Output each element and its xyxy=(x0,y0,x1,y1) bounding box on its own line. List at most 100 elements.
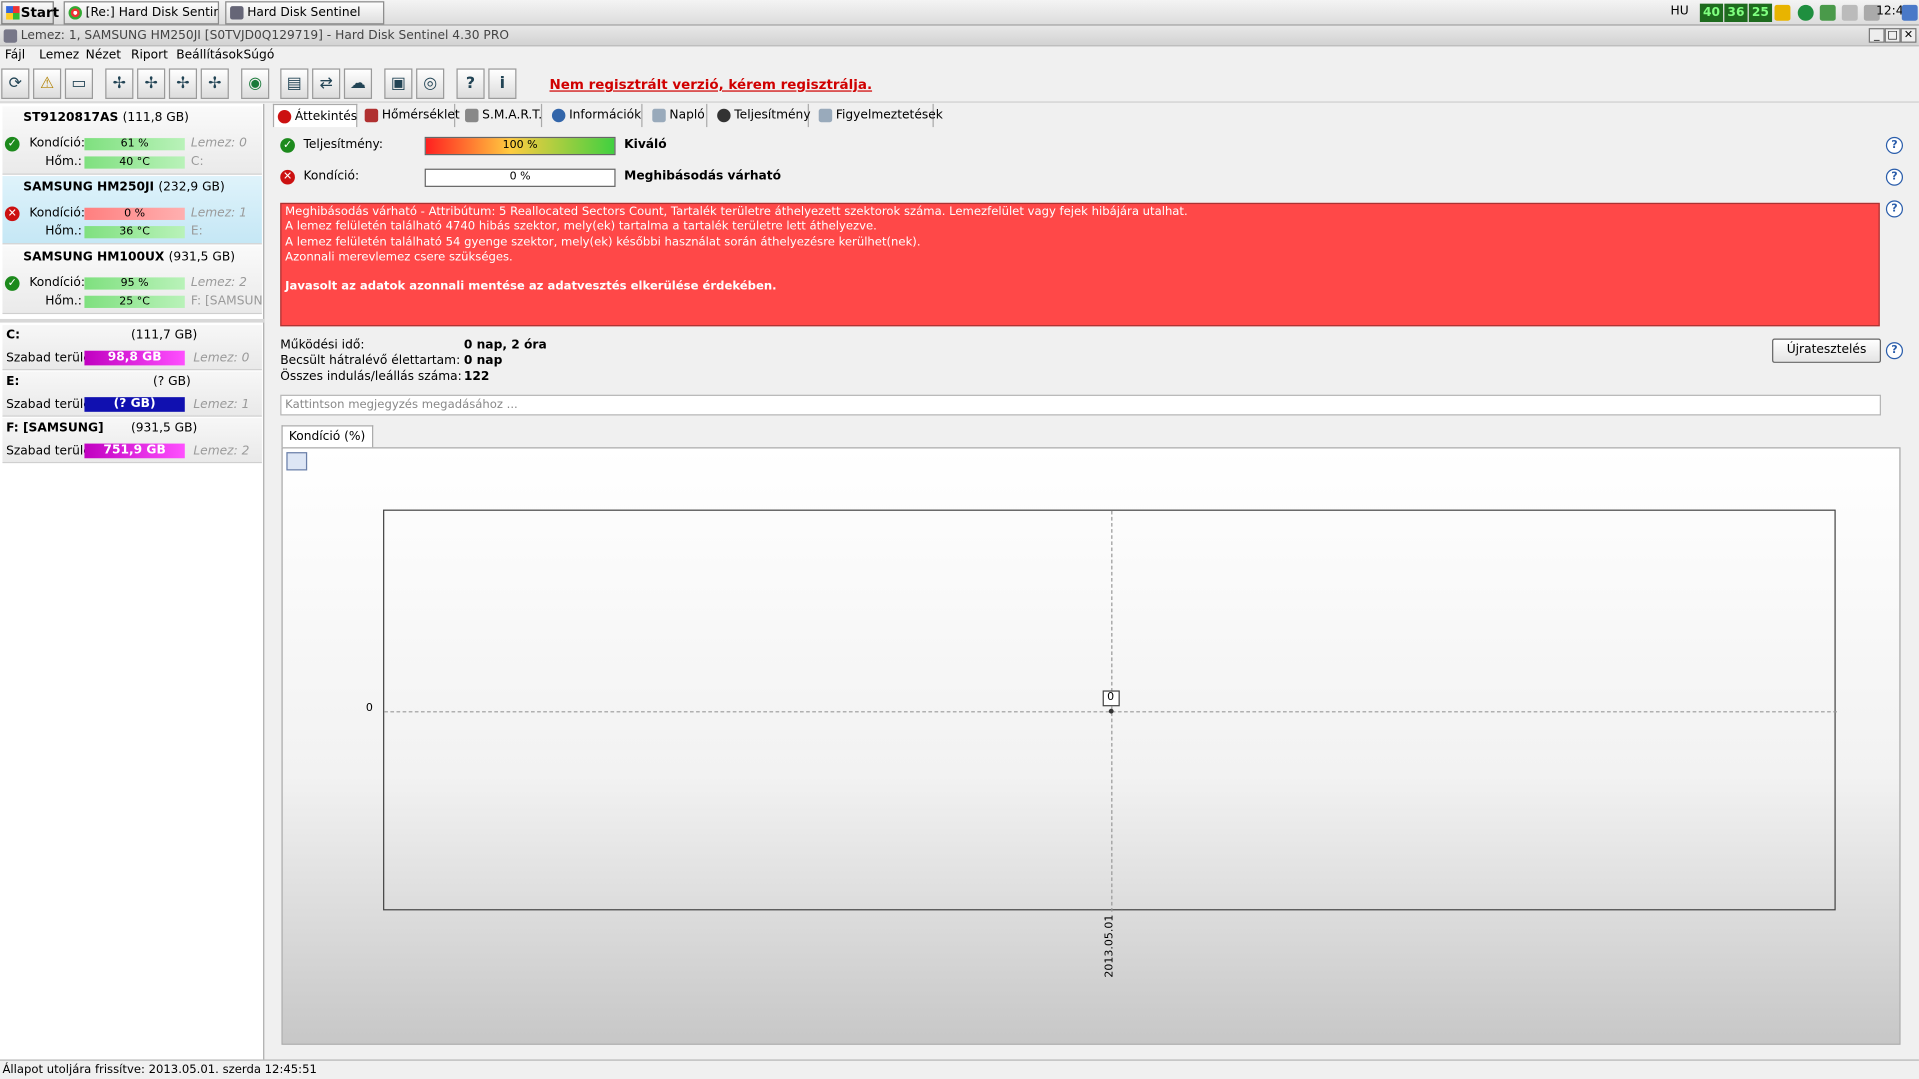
performance-text: Kiváló xyxy=(624,138,667,152)
volume-size: (931,5 GB) xyxy=(130,421,198,436)
alert-box: Meghibásodás várható - Attribútum: 5 Rea… xyxy=(280,202,1880,327)
taskbar-item-hds[interactable]: Hard Disk Sentinel xyxy=(225,1,385,25)
y-tick-label: 0 xyxy=(365,702,373,715)
temp-label: Hőm.: xyxy=(45,224,82,239)
refresh-icon[interactable]: ⟳ xyxy=(1,68,30,99)
tab-temperature[interactable]: Hőmérséklet xyxy=(361,103,460,128)
temp-bar: 25 °C xyxy=(84,295,185,308)
disk-ref: Lemez: 0 xyxy=(190,136,247,151)
tab-label: Figyelmeztetések xyxy=(835,108,943,123)
log-icon xyxy=(652,108,666,123)
tab-alerts[interactable]: Figyelmeztetések xyxy=(815,103,943,128)
info-icon[interactable]: i xyxy=(488,68,517,99)
window-titlebar: Lemez: 1, SAMSUNG HM250JI [S0TVJD0Q12971… xyxy=(0,25,1919,47)
menu-help[interactable]: Súgó xyxy=(241,46,277,66)
sync-icon[interactable]: ⇄ xyxy=(312,68,341,99)
uptime-label: Működési idő: xyxy=(280,338,365,352)
tab-label: Napló xyxy=(669,108,705,123)
disk-item-selected[interactable]: SAMSUNG HM250JI (232,9 GB) ✕ Kondíció: 0… xyxy=(2,175,262,245)
note-input[interactable]: Kattintson megjegyzés megadásához ... xyxy=(280,394,1881,416)
volume-item[interactable]: E: (? GB) Szabad terület (? GB) Lemez: 1 xyxy=(2,371,262,417)
tab-log[interactable]: Napló xyxy=(649,103,708,128)
menu-disk[interactable]: Lemez xyxy=(37,46,82,66)
save-icon[interactable] xyxy=(286,452,308,471)
ok-status-icon: ✓ xyxy=(280,138,295,153)
show-desktop-icon[interactable] xyxy=(1901,4,1918,21)
free-space-bar: (? GB) xyxy=(84,397,185,412)
taskbar-item-browser[interactable]: [Re:] Hard Disk Sentinel:... xyxy=(63,1,220,25)
alert-line: A lemez felületén található 4740 hibás s… xyxy=(285,220,877,234)
hds-app-icon xyxy=(230,6,244,20)
tab-information[interactable]: Információk xyxy=(548,103,643,128)
error-status-icon: ✕ xyxy=(4,206,20,222)
chart-tab-condition[interactable]: Kondíció (%) xyxy=(281,425,373,448)
disk-icon[interactable]: ▭ xyxy=(64,68,94,99)
condition-text: Meghibásodás várható xyxy=(624,169,782,184)
taskbar: Start [Re:] Hard Disk Sentinel:... Hard … xyxy=(0,0,1919,26)
volume-ref: E: xyxy=(190,224,203,239)
registration-notice[interactable]: Nem regisztrált verzió, kérem regisztrál… xyxy=(549,77,872,93)
help-icon[interactable]: ? xyxy=(1885,136,1904,154)
tab-performance[interactable]: Teljesítmény xyxy=(713,103,811,128)
tab-label: S.M.A.R.T. xyxy=(482,108,543,123)
menu-report[interactable]: Riport xyxy=(128,46,170,66)
volume-item[interactable]: C: (111,7 GB) Szabad terület 98,8 GB Lem… xyxy=(2,325,262,371)
green-tray-icon[interactable] xyxy=(1797,4,1814,21)
disk-ref: Lemez: 0 xyxy=(193,351,250,366)
app-icon xyxy=(3,29,18,43)
disk-item[interactable]: ST9120817AS (111,8 GB) ✓ Kondíció: 61 % … xyxy=(2,106,262,175)
condition-bar: 95 % xyxy=(84,277,185,290)
help-icon[interactable]: ? xyxy=(1885,342,1904,360)
device-tray-icon[interactable] xyxy=(1841,4,1858,21)
fan-icon[interactable]: ✢ xyxy=(105,68,134,99)
volume-name: F: [SAMSUNG] xyxy=(6,421,104,436)
temp-label: Hőm.: xyxy=(45,155,82,169)
main-panel: Áttekintés Hőmérséklet S.M.A.R.T. Inform… xyxy=(268,103,1919,1060)
fan-icon[interactable]: ✢ xyxy=(200,68,229,99)
volume-size: (111,7 GB) xyxy=(130,328,198,343)
free-space-bar: 98,8 GB xyxy=(84,350,185,366)
retest-button[interactable]: Újratesztelés xyxy=(1772,338,1881,363)
temp-indicator[interactable]: 36 xyxy=(1724,3,1748,22)
document-icon[interactable]: ▤ xyxy=(280,68,309,99)
restore-button[interactable]: □ xyxy=(1884,28,1901,43)
volume-size: (? GB) xyxy=(152,375,191,389)
network-icon[interactable]: ☁ xyxy=(343,68,373,99)
panel-divider xyxy=(0,318,265,323)
volume-name: C: xyxy=(6,328,21,343)
free-space-bar: 751,9 GB xyxy=(84,443,185,459)
help-icon[interactable]: ? xyxy=(1885,200,1904,218)
remaining-label: Becsült hátralévő élettartam: xyxy=(280,354,461,368)
close-button[interactable]: ✕ xyxy=(1900,28,1917,43)
menu-file[interactable]: Fájl xyxy=(2,46,27,66)
disk-ref: Lemez: 2 xyxy=(193,444,250,459)
globe-icon[interactable]: ◉ xyxy=(241,68,270,99)
volume-item[interactable]: F: [SAMSUNG] (931,5 GB) Szabad terület 7… xyxy=(2,417,262,464)
menu-bar: Fájl Lemez Nézet Riport Beállítások Súgó xyxy=(0,46,1919,66)
network-tray-icon[interactable] xyxy=(1819,4,1836,21)
temp-indicator[interactable]: 40 xyxy=(1699,3,1724,22)
thermometer-icon xyxy=(364,108,379,123)
disk-item[interactable]: SAMSUNG HM100UX (931,5 GB) ✓ Kondíció: 9… xyxy=(2,245,262,315)
menu-view[interactable]: Nézet xyxy=(83,46,123,66)
disk-size: (232,9 GB) xyxy=(158,180,225,195)
fan-icon[interactable]: ✢ xyxy=(137,68,166,99)
help-icon[interactable]: ? xyxy=(456,68,485,99)
warning-icon[interactable]: ⚠ xyxy=(33,68,62,99)
menu-settings[interactable]: Beállítások xyxy=(174,46,246,66)
volume-ref: F: [SAMSUNG xyxy=(190,294,262,308)
tab-smart[interactable]: S.M.A.R.T. xyxy=(461,103,543,128)
alert-line: A lemez felületén található 54 gyenge sz… xyxy=(285,235,921,249)
temp-indicator[interactable]: 25 xyxy=(1748,3,1773,22)
monitor-icon[interactable]: ▣ xyxy=(384,68,413,99)
help-icon[interactable]: ? xyxy=(1885,168,1904,186)
shield-icon[interactable] xyxy=(1774,4,1791,21)
condition-label: Kondíció: xyxy=(29,136,85,151)
tab-overview[interactable]: Áttekintés xyxy=(272,103,358,128)
sound-icon[interactable]: ◎ xyxy=(416,68,445,99)
fan-icon[interactable]: ✢ xyxy=(168,68,198,99)
minimize-button[interactable]: _ xyxy=(1868,28,1885,43)
gauge-icon xyxy=(717,108,731,123)
start-button[interactable]: Start xyxy=(1,1,59,25)
language-indicator[interactable]: HU xyxy=(1670,5,1688,18)
